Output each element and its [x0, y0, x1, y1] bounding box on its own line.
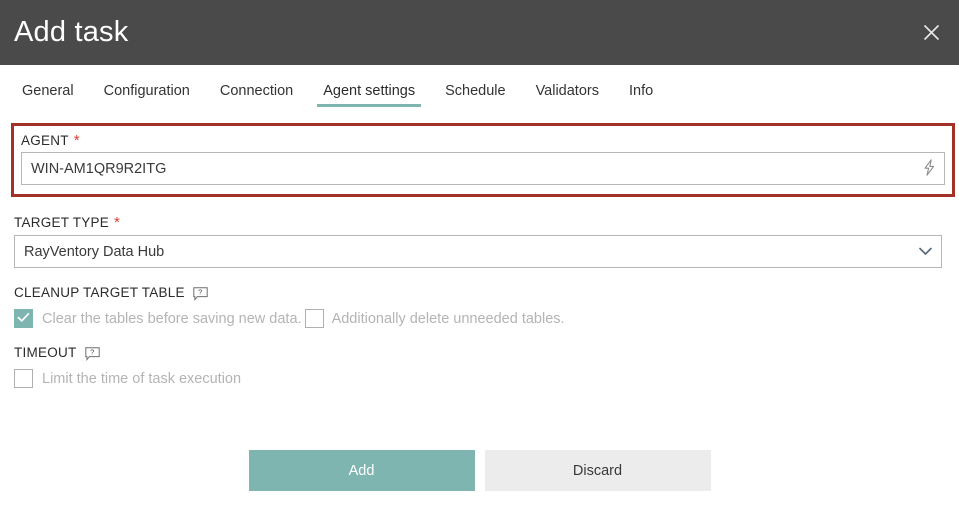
timeout-label-text: TIMEOUT	[14, 345, 77, 361]
required-marker: *	[114, 214, 121, 231]
target-type-select[interactable]: RayVentory Data Hub	[14, 235, 942, 268]
dialog-footer: Add Discard	[0, 450, 959, 491]
target-type-label-text: TARGET TYPE	[14, 214, 110, 230]
tab-general[interactable]: General	[22, 82, 74, 108]
tab-label: Validators	[535, 82, 599, 99]
check-icon	[17, 310, 30, 328]
dialog-titlebar: Add task	[0, 0, 959, 65]
tab-label: Configuration	[103, 82, 190, 99]
close-icon	[923, 24, 940, 41]
tab-configuration[interactable]: Configuration	[103, 82, 190, 108]
tab-info[interactable]: Info	[628, 82, 654, 108]
add-task-dialog: Add task General Configuration Connectio…	[0, 0, 959, 507]
target-type-value: RayVentory Data Hub	[24, 243, 165, 260]
tab-agent-settings[interactable]: Agent settings	[317, 82, 422, 108]
delete-unneeded-label: Additionally delete unneeded tables.	[331, 310, 565, 327]
cleanup-target-table-label: CLEANUP TARGET TABLE ?	[14, 285, 945, 301]
agent-field-group: AGENT *	[11, 123, 955, 197]
clear-tables-label: Clear the tables before saving new data.	[42, 310, 302, 327]
timeout-group: TIMEOUT ? Limit the time of task executi…	[14, 346, 945, 388]
help-tooltip-icon[interactable]: ?	[84, 347, 100, 361]
discard-button[interactable]: Discard	[484, 450, 711, 491]
close-button[interactable]	[903, 0, 959, 65]
agent-input-wrap	[21, 152, 945, 185]
tab-label: Agent settings	[323, 82, 416, 99]
tab-label: Connection	[219, 82, 294, 99]
target-type-field-group: TARGET TYPE * RayVentory Data Hub	[14, 215, 945, 268]
target-type-select-wrap: RayVentory Data Hub	[14, 235, 942, 268]
tab-schedule[interactable]: Schedule	[445, 82, 506, 108]
cleanup-checkbox-row: Clear the tables before saving new data.…	[14, 309, 945, 328]
lightning-bolt-icon	[923, 158, 936, 179]
agent-input[interactable]	[21, 152, 945, 185]
add-button[interactable]: Add	[248, 450, 475, 491]
clear-tables-checkbox[interactable]	[14, 309, 33, 328]
dialog-title: Add task	[14, 16, 129, 48]
limit-time-label: Limit the time of task execution	[42, 370, 242, 387]
tab-connection[interactable]: Connection	[219, 82, 294, 108]
limit-time-checkbox[interactable]	[14, 369, 33, 388]
cleanup-target-table-group: CLEANUP TARGET TABLE ? Clear the tables …	[14, 286, 945, 328]
timeout-checkbox-row: Limit the time of task execution	[14, 369, 945, 388]
tab-label: General	[22, 82, 74, 99]
agent-label-text: AGENT	[21, 132, 69, 148]
timeout-label: TIMEOUT ?	[14, 345, 945, 361]
svg-text:?: ?	[90, 347, 94, 356]
tab-label: Info	[628, 82, 654, 99]
cleanup-target-table-label-text: CLEANUP TARGET TABLE	[14, 285, 185, 301]
agent-label: AGENT *	[21, 133, 945, 148]
tab-bar: General Configuration Connection Agent s…	[0, 65, 959, 107]
delete-unneeded-checkbox[interactable]	[304, 309, 324, 328]
tab-validators[interactable]: Validators	[535, 82, 599, 108]
svg-text:?: ?	[198, 287, 202, 296]
required-marker: *	[73, 132, 80, 149]
agent-settings-form: AGENT * TARGET TYPE *	[0, 107, 959, 388]
target-type-label: TARGET TYPE *	[14, 215, 945, 230]
agent-detect-button[interactable]	[914, 152, 944, 185]
tab-label: Schedule	[445, 82, 506, 99]
help-tooltip-icon[interactable]: ?	[193, 287, 208, 301]
